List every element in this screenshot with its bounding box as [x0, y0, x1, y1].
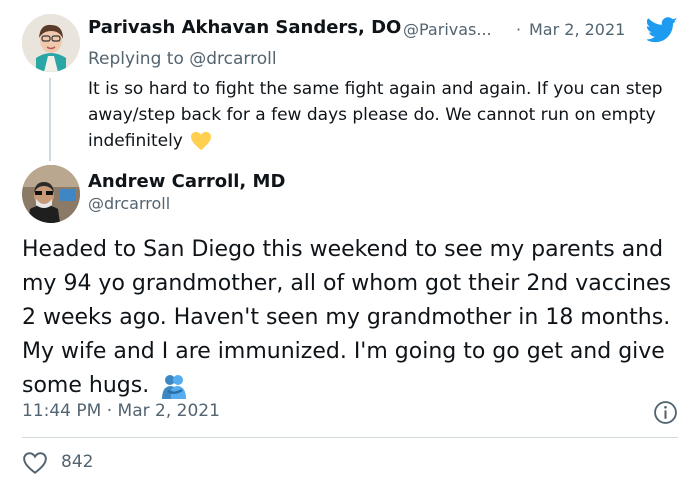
tweet-time: 11:44 PM	[22, 401, 102, 421]
reply-author-handle[interactable]: @Parivas...	[403, 20, 492, 39]
reply-tweet-text-block: It is so hard to fight the same fight ag…	[88, 76, 688, 154]
tweet-timestamp[interactable]: 11:44 PM · Mar 2, 2021	[22, 401, 220, 421]
like-count: 842	[61, 452, 94, 472]
divider	[22, 437, 678, 438]
like-button[interactable]: 842	[22, 451, 142, 477]
main-author-avatar[interactable]	[22, 165, 80, 223]
replying-to-prefix: Replying to	[88, 49, 190, 69]
reply-date[interactable]: Mar 2, 2021	[529, 20, 625, 39]
reply-tweet-text: It is so hard to fight the same fight ag…	[88, 79, 663, 151]
main-tweet-text: Headed to San Diego this weekend to see …	[22, 237, 671, 398]
main-author-name[interactable]: Andrew Carroll, MD	[88, 171, 285, 192]
people-hugging-icon	[160, 373, 188, 399]
reply-author-name[interactable]: Parivash Akhavan Sanders, DO	[88, 17, 401, 38]
reply-date-separator: ·	[516, 20, 522, 39]
yellow-heart-icon	[190, 131, 212, 151]
replying-to: Replying to @drcarroll	[88, 49, 277, 69]
reply-author-avatar[interactable]	[22, 14, 80, 72]
tweet-time-separator: ·	[106, 401, 113, 421]
twitter-bird-icon	[645, 17, 678, 43]
heart-outline-icon	[22, 451, 48, 475]
main-tweet-text-block: Headed to San Diego this weekend to see …	[22, 233, 682, 403]
main-author-handle[interactable]: @drcarroll	[88, 194, 170, 213]
tweet-date: Mar 2, 2021	[117, 401, 220, 421]
thread-connector-line	[49, 78, 51, 161]
info-icon[interactable]	[653, 400, 678, 425]
replying-to-handle-link[interactable]: @drcarroll	[189, 49, 276, 69]
